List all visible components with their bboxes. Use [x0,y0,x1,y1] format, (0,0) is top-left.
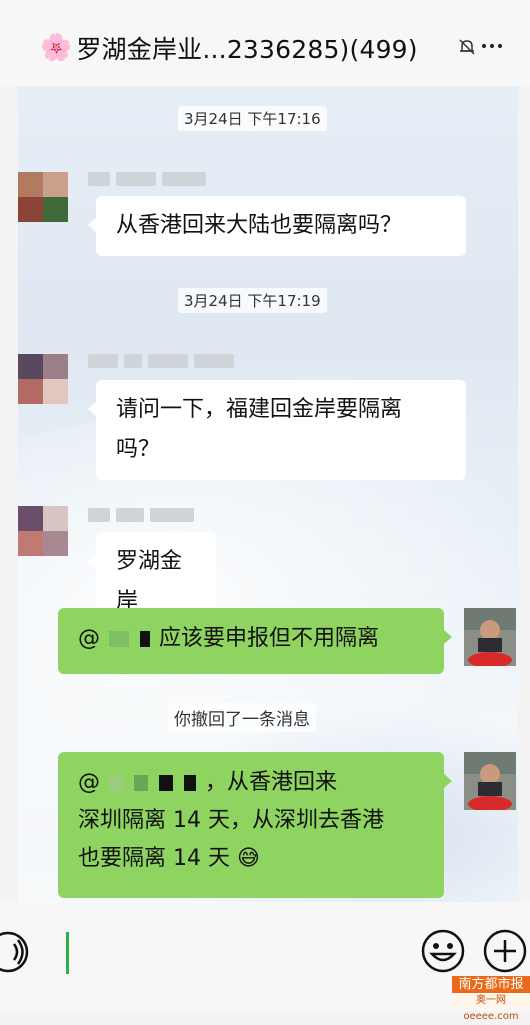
newspaper-watermark: 南方都市报 奥一网oeeee.com [452,976,530,1022]
flower-emoji: 🌸 [40,33,73,63]
message-text-line: 吗？ [116,437,161,462]
redacted-mention [159,775,173,791]
chat-title-wrap[interactable]: 🌸 罗湖金岸业...2336285)(499) [40,30,418,66]
mention-at: @ [78,770,100,795]
sender-name [88,172,206,186]
redacted-mention [109,631,129,647]
recall-notice: 你撤回了一条消息 [168,703,316,732]
avatar-self[interactable] [464,608,516,666]
chat-title: 罗湖金岸业...2336285)(499) [76,35,418,64]
message-text-line: 请问一下，福建回金岸要隔离 [116,397,403,422]
avatar-self[interactable] [464,752,516,810]
chat-area[interactable]: 3月24日 下午17:16 从香港回来大陆也要隔离吗？ 3月24日 下午17:1… [18,86,518,902]
message-text-line: @ ，从香港回来 [78,764,424,802]
emoji-icon[interactable] [420,928,466,974]
message-text-line: 也要隔离 14 天 😅 [78,840,424,878]
chat-header: 🌸 罗湖金岸业...2336285)(499) [0,0,530,86]
message-text-line: 深圳隔离 14 天，从深圳去香港 [78,808,384,833]
input-bar [0,902,530,1011]
timestamp: 3月24日 下午17:19 [178,288,327,313]
message-text: ，从香港回来 [205,770,338,795]
message-text: 也要隔离 14 天 [78,846,230,871]
watermark-top: 南方都市报 [452,976,530,993]
message-bubble[interactable]: 从香港回来大陆也要隔离吗？ [88,196,466,256]
redacted-mention [140,631,150,647]
text-input-cursor[interactable] [66,932,69,974]
message-text: 从香港回来大陆也要隔离吗？ [116,213,403,238]
redacted-mention [109,775,123,791]
timestamp: 3月24日 下午17:16 [178,106,327,131]
plus-icon[interactable] [482,928,528,974]
redacted-mention [184,775,196,791]
sender-name [88,508,194,522]
voice-icon[interactable] [0,930,36,974]
message-text: 应该要申报但不用隔离 [159,626,380,651]
sweat-smile-emoji: 😅 [236,846,260,871]
message-bubble-own[interactable]: @ 应该要申报但不用隔离 [58,608,452,674]
avatar[interactable] [18,506,68,556]
mention-at: @ [78,626,100,651]
avatar[interactable] [18,172,68,222]
message-bubble[interactable]: 请问一下，福建回金岸要隔离 吗？ [88,380,466,480]
watermark-bottom: 奥一网oeeee.com [452,993,530,1022]
more-icon[interactable] [482,44,502,48]
mute-icon [459,39,475,55]
avatar[interactable] [18,354,68,404]
redacted-mention [134,775,148,791]
message-bubble-own[interactable]: @ ，从香港回来 深圳隔离 14 天，从深圳去香港 也要隔离 14 天 😅 [58,752,452,898]
message-text: 罗湖金岸 [116,549,183,614]
sender-name [88,354,234,368]
